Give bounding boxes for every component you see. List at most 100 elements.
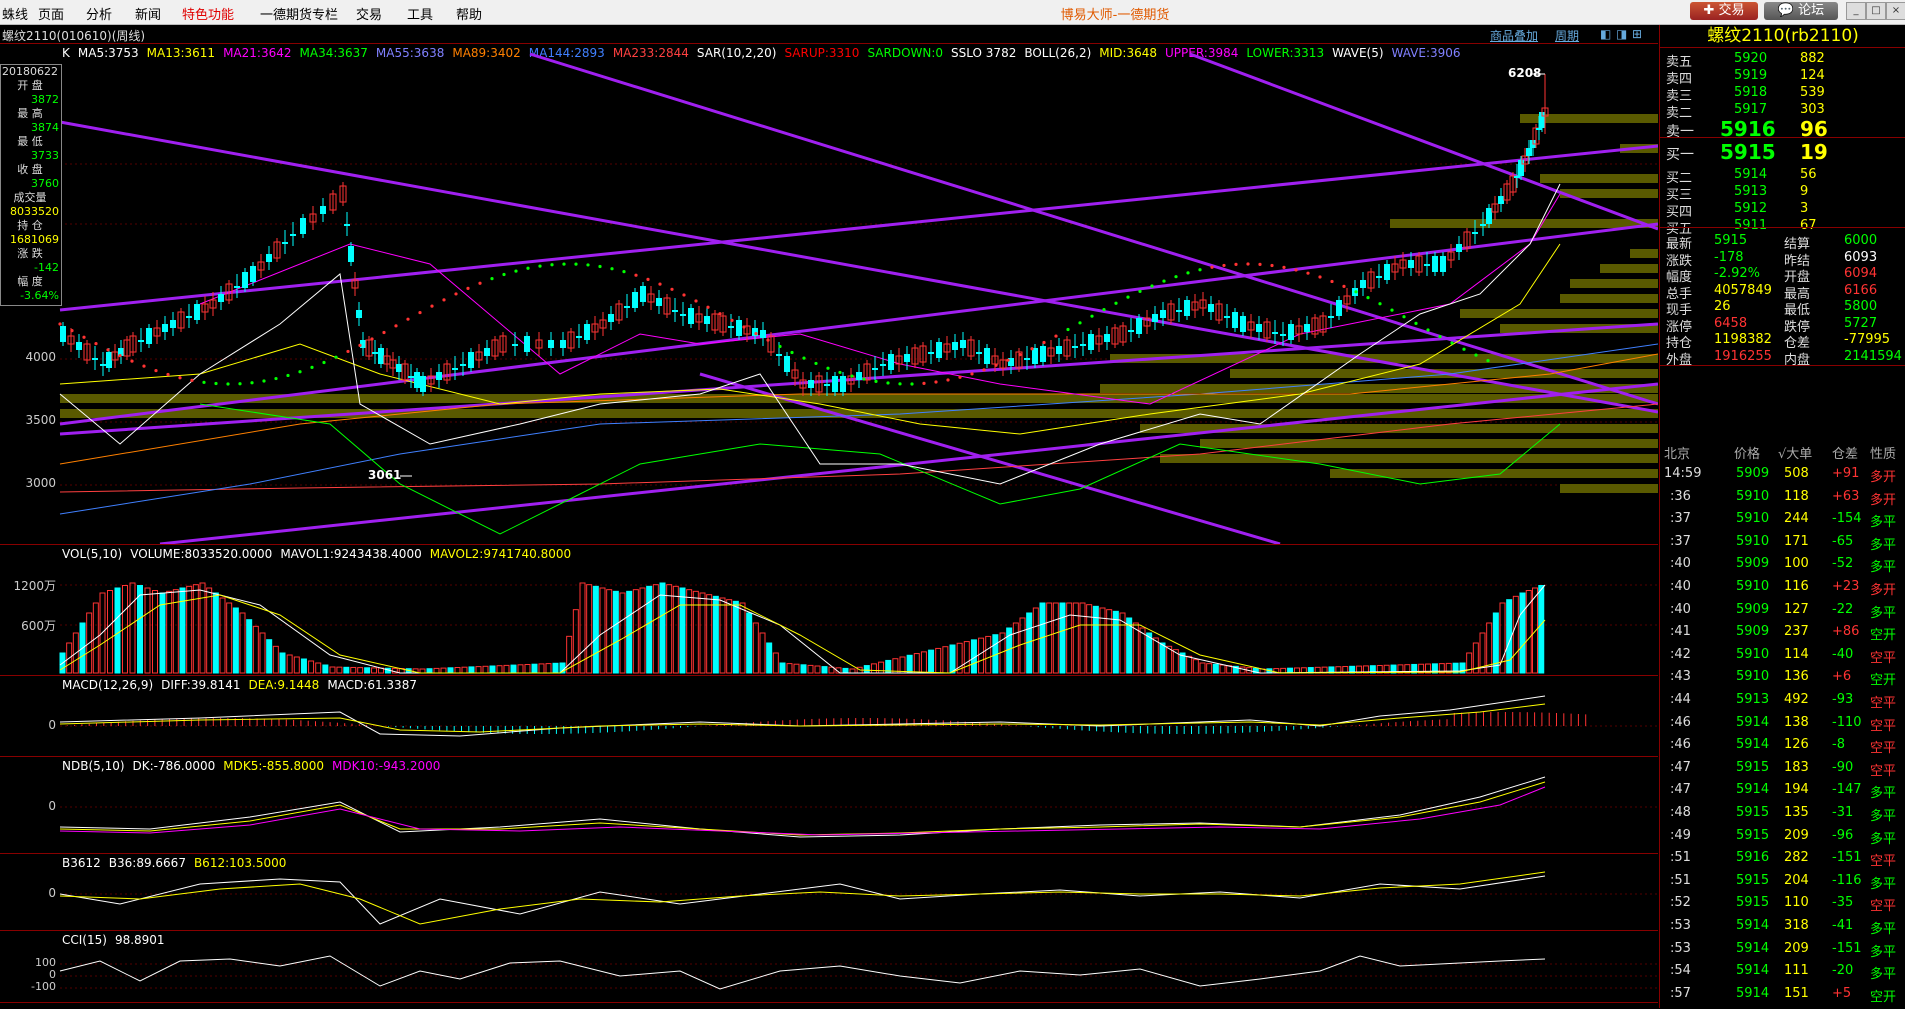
stat-value: 1198382	[1714, 332, 1772, 347]
candle	[1072, 346, 1078, 348]
minimize-icon[interactable]: _	[1846, 2, 1866, 20]
menu-item[interactable]: 页面	[38, 4, 64, 23]
trade-type: 多平	[1870, 809, 1897, 824]
volume-bar	[364, 667, 371, 674]
trade-row[interactable]: :49 5915 209 -96 多平	[1660, 825, 1905, 847]
trade-row[interactable]: :57 5914 151 +5 空开	[1660, 983, 1905, 1005]
volume-bar	[517, 664, 524, 674]
menu-item[interactable]: 分析	[86, 4, 112, 23]
volume-bar	[279, 652, 286, 674]
trade-row[interactable]: :54 5914 111 -20 多平	[1660, 960, 1905, 982]
trade-row[interactable]: :53 5914 318 -41 多平	[1660, 915, 1905, 937]
menu-item[interactable]: 工具	[407, 4, 433, 23]
close-icon[interactable]: ×	[1886, 2, 1905, 20]
sar-dot	[790, 350, 794, 355]
volume-bar	[1112, 610, 1119, 674]
menu-item[interactable]: 一德期货专栏	[260, 4, 338, 23]
cci-pane[interactable]: CCI(15) 98.8901 100 0 -100	[0, 931, 1658, 1001]
volume-bar	[212, 592, 219, 674]
menu-item[interactable]: 新闻	[135, 4, 161, 23]
period-link[interactable]: 周期	[1555, 27, 1579, 44]
candle	[146, 328, 152, 344]
candle	[1088, 334, 1094, 350]
trade-row[interactable]: :48 5915 135 -31 多平	[1660, 802, 1905, 824]
sar-dot	[1258, 262, 1262, 266]
trade-volume: 116	[1784, 579, 1809, 594]
candle	[1208, 304, 1214, 312]
trade-row[interactable]: :41 5909 237 +86 空开	[1660, 621, 1905, 643]
scroll-left-icon[interactable]: ◧	[1600, 27, 1611, 41]
volume-pane[interactable]: VOL(5,10) VOLUME:8033520.0000 MAVOL1:92434…	[0, 545, 1658, 676]
scroll-right-icon[interactable]: ◨	[1616, 27, 1627, 41]
candle	[1526, 148, 1532, 156]
trade-row[interactable]: :47 5915 183 -90 空平	[1660, 757, 1905, 779]
volume-bar	[192, 584, 199, 674]
trade-button[interactable]: ✚ 交易	[1690, 2, 1758, 20]
b3612-pane[interactable]: B3612 B36:89.6667 B612:103.5000 0	[0, 854, 1658, 931]
trade-type: 多平	[1870, 515, 1897, 531]
macd-pane[interactable]: MACD(12,26,9) DIFF:39.8141 DEA:9.1448 MACD:…	[0, 676, 1658, 757]
menu-item[interactable]: 特色功能	[182, 4, 234, 23]
trade-row[interactable]: :40 5909 100 -52 多平	[1660, 553, 1905, 575]
main-chart-svg[interactable]	[0, 44, 1658, 544]
volume-bar	[1092, 605, 1099, 674]
trade-row[interactable]: :36 5910 118 +63 多开	[1660, 486, 1905, 508]
sar-dot	[1234, 262, 1238, 266]
candle	[300, 218, 306, 234]
candle	[640, 286, 646, 302]
candle	[1280, 334, 1286, 336]
trade-row[interactable]: :40 5909 127 -22 多平	[1660, 599, 1905, 621]
quote-row[interactable]: 买一 5915 19	[1660, 140, 1905, 164]
macd-chart-svg[interactable]	[0, 676, 1658, 756]
menu-item[interactable]: 交易	[356, 4, 382, 23]
trade-row[interactable]: :40 5910 116 +23 多开	[1660, 576, 1905, 598]
menu-item[interactable]: 帮助	[456, 4, 482, 23]
maximize-icon[interactable]: □	[1866, 2, 1886, 20]
overlay-link[interactable]: 商品叠加	[1490, 27, 1538, 44]
quote-row[interactable]: 卖一 5916 96	[1660, 117, 1905, 141]
quote-price: 5918	[1734, 85, 1768, 100]
trade-time: :46	[1670, 714, 1691, 730]
trade-row[interactable]: :53 5914 209 -151 多平	[1660, 938, 1905, 960]
trade-volume: 171	[1784, 533, 1809, 549]
trade-volume: 118	[1784, 488, 1809, 504]
zoom-in-icon[interactable]: ⊞	[1632, 27, 1642, 41]
macd-histogram	[66, 712, 1587, 734]
trade-oi-change: -110	[1832, 714, 1862, 730]
sar-dot	[838, 370, 842, 375]
candle	[344, 224, 350, 226]
sar-dot	[682, 293, 686, 297]
sar-dot	[1378, 302, 1382, 306]
candle	[1232, 312, 1238, 328]
trade-row[interactable]: :37 5910 244 -154 多平	[1660, 508, 1905, 530]
trade-row[interactable]: :42 5910 114 -40 空平	[1660, 644, 1905, 666]
volume-bar	[612, 590, 619, 674]
trade-row[interactable]: :43 5910 136 +6 空开	[1660, 666, 1905, 688]
volume-bar	[503, 664, 510, 674]
volume-chart-svg[interactable]	[0, 545, 1658, 675]
ndb-pane[interactable]: NDB(5,10) DK:-786.0000 MDK5:-855.8000 MDK10…	[0, 757, 1658, 854]
forum-button[interactable]: 💬 论坛	[1764, 2, 1838, 20]
candle	[60, 326, 66, 342]
trade-row[interactable]: :51 5916 282 -151 空平	[1660, 847, 1905, 869]
trade-row[interactable]: :51 5915 204 -116 多平	[1660, 870, 1905, 892]
trade-row[interactable]: :37 5910 171 -65 多平	[1660, 531, 1905, 553]
main-chart-pane[interactable]: K MA5:3753 MA13:3611 MA21:3642 MA34:3637 MA55…	[0, 44, 1658, 545]
sar-dot	[1414, 321, 1418, 325]
candle	[1536, 128, 1542, 130]
cci-chart-svg[interactable]	[0, 931, 1658, 1001]
trade-row[interactable]: :46 5914 138 -110 空平	[1660, 712, 1905, 734]
trade-row[interactable]: :47 5914 194 -147 多平	[1660, 779, 1905, 801]
trade-row[interactable]: :52 5915 110 -35 空平	[1660, 892, 1905, 914]
volume-bar	[475, 666, 482, 674]
menu-item[interactable]: 蛛线	[2, 4, 28, 23]
b3612-chart-svg[interactable]	[0, 854, 1658, 930]
sar-dot	[274, 376, 278, 381]
volume-bar	[186, 585, 193, 674]
candle	[632, 292, 638, 308]
candle	[880, 364, 886, 366]
ndb-chart-svg[interactable]	[0, 757, 1658, 853]
trade-row[interactable]: :46 5914 126 -8 空平	[1660, 734, 1905, 756]
trade-row[interactable]: :44 5913 492 -93 空平	[1660, 689, 1905, 711]
trade-row[interactable]: 14:59 5909 508 +91 多开	[1660, 463, 1905, 485]
